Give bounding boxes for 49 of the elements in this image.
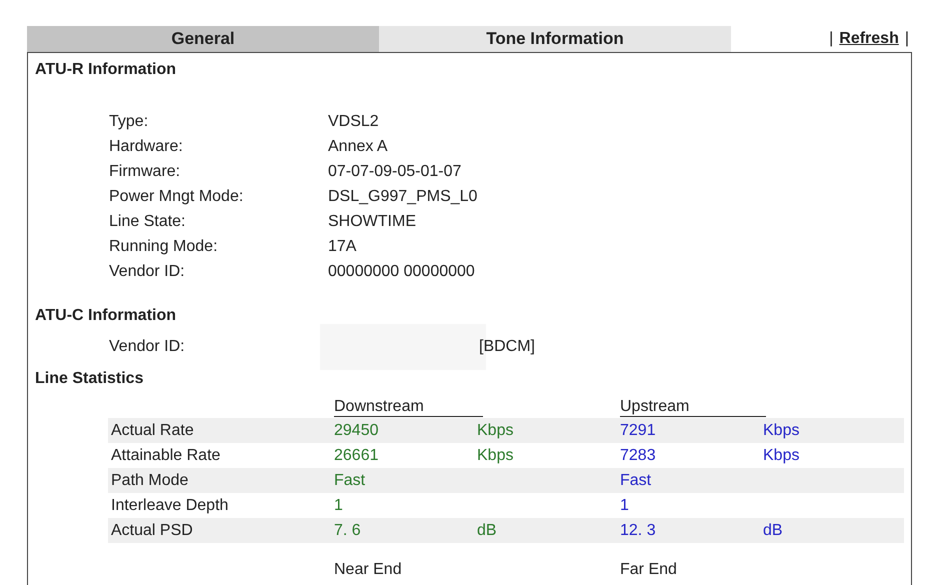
- field-label: Vendor ID:: [108, 336, 186, 356]
- field-label: Firmware:: [108, 162, 182, 182]
- table-cell-text: Actual Rate: [110, 420, 195, 440]
- column-header: Near End: [334, 560, 403, 580]
- field-value: [BDCM]: [479, 336, 535, 356]
- field-value: 00000000 00000000: [328, 262, 475, 282]
- separator: |: [904, 28, 909, 48]
- column-header: Downstream: [334, 398, 483, 417]
- table-cell-text: Fast: [620, 470, 652, 490]
- table-cell-text: 26661: [334, 446, 380, 466]
- table-cell-text: Actual PSD: [110, 520, 194, 540]
- table-cell-text: 12. 3: [620, 520, 657, 540]
- table-cell-text: 7. 6: [334, 520, 362, 540]
- table-cell-text: 1: [620, 496, 630, 516]
- field-label: Running Mode:: [108, 236, 219, 256]
- table-cell-text: Interleave Depth: [110, 496, 230, 516]
- tab[interactable]: General: [27, 26, 379, 52]
- tab[interactable]: Tone Information: [379, 26, 731, 52]
- field-label: Power Mngt Mode:: [108, 186, 244, 206]
- table-cell-text: Attainable Rate: [110, 446, 222, 466]
- section-title: ATU-R Information: [35, 61, 176, 78]
- separator: |: [829, 28, 834, 48]
- field-label: Line State:: [108, 212, 186, 232]
- table-cell-text: 7283: [620, 446, 657, 466]
- table-cell-text: 7291: [620, 420, 657, 440]
- field-value: Annex A: [328, 136, 388, 156]
- table-cell-text: 29450: [334, 420, 380, 440]
- field-value: 17A: [328, 236, 356, 256]
- table-cell-text: Kbps: [763, 446, 800, 466]
- table-cell-text: Kbps: [477, 446, 514, 466]
- field-value: 07-07-09-05-01-07: [328, 162, 462, 182]
- section-title: ATU-C Information: [35, 307, 176, 324]
- field-label: Type:: [108, 112, 150, 132]
- table-cell-text: Fast: [334, 470, 366, 490]
- section-title: Line Statistics: [35, 370, 144, 387]
- field-value: DSL_G997_PMS_L0: [328, 186, 478, 206]
- column-header: Upstream: [620, 398, 766, 417]
- field-label: Hardware:: [108, 136, 184, 156]
- table-cell-text: dB: [477, 520, 498, 540]
- table-cell-text: Path Mode: [110, 470, 190, 490]
- field-value: SHOWTIME: [328, 212, 416, 232]
- table-cell-text: 1: [334, 496, 344, 516]
- field-label: Vendor ID:: [108, 262, 186, 282]
- column-header: Far End: [620, 560, 677, 580]
- table-cell-text: dB: [763, 520, 783, 540]
- table-cell-text: Kbps: [763, 420, 800, 440]
- field-value: VDSL2: [328, 112, 379, 132]
- table-cell-text: Kbps: [477, 420, 514, 440]
- refresh-link[interactable]: Refresh: [839, 26, 899, 50]
